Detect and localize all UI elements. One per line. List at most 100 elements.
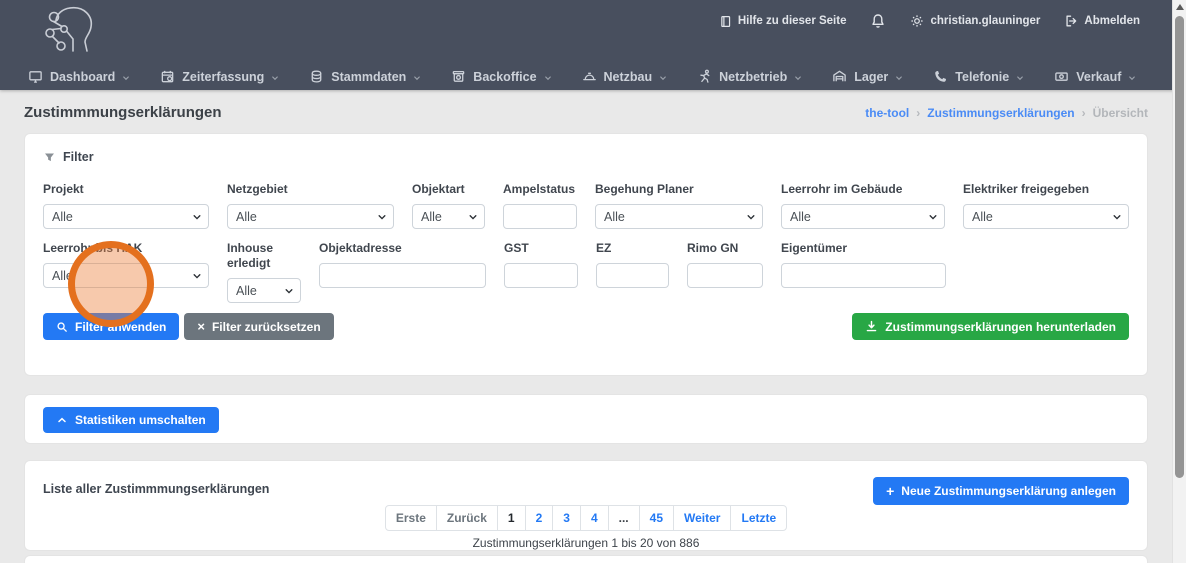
pagination-page-3[interactable]: 3 [552, 505, 581, 531]
field-elektriker-freigegeben: Elektriker freigegeben Alle [963, 182, 1129, 229]
app-logo[interactable] [40, 5, 102, 55]
filter-panel-header: Filter [43, 150, 1129, 164]
netzgebiet-select[interactable]: Alle [227, 204, 394, 229]
pagination-prev[interactable]: Zurück [436, 505, 498, 531]
chevron-down-icon [544, 72, 552, 82]
chevron-down-icon [1128, 72, 1136, 82]
breadcrumb-root-link[interactable]: the-tool [865, 106, 909, 120]
elektriker-freigegeben-select[interactable]: Alle [963, 204, 1129, 229]
stats-panel: Statistiken umschalten [24, 394, 1148, 444]
gear-icon [910, 14, 924, 28]
monitor-icon [28, 69, 43, 84]
plus-icon: + [886, 484, 894, 498]
field-begehung-planer: Begehung Planer Alle [595, 182, 763, 229]
ampelstatus-input[interactable] [503, 204, 577, 229]
ez-input[interactable] [596, 263, 669, 288]
leerrohr-im-gebaeude-select[interactable]: Alle [781, 204, 945, 229]
nav-label: Dashboard [50, 70, 115, 84]
pagination-page-4[interactable]: 4 [580, 505, 609, 531]
logout-icon [1064, 14, 1078, 28]
pagination-next[interactable]: Weiter [673, 505, 731, 531]
username-label: christian.glauninger [930, 15, 1040, 27]
filter-row-1: Projekt Alle Netzgebiet Alle Objektart [43, 182, 1129, 229]
notifications-button[interactable] [870, 13, 886, 29]
toggle-stats-label: Statistiken umschalten [75, 413, 206, 427]
list-header: Liste aller Zustimmmungserklärungen + Ne… [43, 477, 1129, 505]
field-label: Objektart [412, 182, 485, 197]
breadcrumb-section-link[interactable]: Zustimmungserklärungen [927, 106, 1074, 120]
apply-filter-button[interactable]: Filter anwenden [43, 313, 179, 340]
scrollbar-thumb[interactable] [1175, 16, 1184, 478]
breadcrumb-separator: › [1082, 106, 1086, 120]
filter-row-2: Leerrohr bis HAK Alle Inhouse erledigt A… [43, 241, 1129, 303]
objektart-select[interactable]: Alle [412, 204, 485, 229]
toggle-stats-button[interactable]: Statistiken umschalten [43, 407, 219, 433]
user-menu[interactable]: christian.glauninger [910, 14, 1040, 28]
field-leerrohr-im-gebaeude: Leerrohr im Gebäude Alle [781, 182, 945, 229]
field-ez: EZ [596, 241, 669, 288]
filter-title: Filter [63, 150, 94, 164]
help-link[interactable]: Hilfe zu dieser Seite [719, 15, 847, 28]
phone-icon [933, 69, 948, 84]
logo-head-network-icon [40, 5, 102, 55]
field-projekt: Projekt Alle [43, 182, 209, 229]
utility-bar: Hilfe zu dieser Seite christian.glauning… [719, 13, 1140, 29]
reset-filter-button[interactable]: × Filter zurücksetzen [184, 313, 333, 340]
main-nav: Dashboard Zeiterfassung Stammdaten [28, 69, 1166, 84]
chevron-down-icon [1016, 72, 1024, 82]
projekt-select[interactable]: Alle [43, 204, 209, 229]
breadcrumb-separator: › [916, 106, 920, 120]
pagination-page-1[interactable]: 1 [497, 505, 526, 531]
vertical-scrollbar [1172, 0, 1186, 563]
nav-item-netzbau[interactable]: Netzbau [582, 69, 668, 84]
download-declarations-button[interactable]: Zustimmungserklärungen herunterladen [852, 313, 1129, 340]
objektadresse-input[interactable] [319, 263, 486, 288]
pagination-page-45[interactable]: 45 [639, 505, 674, 531]
pagination-page-2[interactable]: 2 [525, 505, 554, 531]
top-header: Hilfe zu dieser Seite christian.glauning… [0, 0, 1186, 90]
nav-item-netzbetrieb[interactable]: Netzbetrieb [697, 69, 802, 84]
nav-item-lager[interactable]: Lager [832, 69, 903, 84]
nav-item-dashboard[interactable]: Dashboard [28, 69, 130, 84]
pagination-last[interactable]: Letzte [730, 505, 787, 531]
gst-input[interactable] [504, 263, 578, 288]
chevron-down-icon [659, 72, 667, 82]
table-card-top [24, 555, 1148, 563]
eigentuemer-input[interactable] [781, 263, 946, 288]
book-icon [719, 15, 732, 28]
nav-item-backoffice[interactable]: Backoffice [451, 69, 551, 84]
apply-filter-label: Filter anwenden [75, 320, 166, 334]
field-objektart: Objektart Alle [412, 182, 485, 229]
list-panel: Liste aller Zustimmmungserklärungen + Ne… [24, 460, 1148, 551]
page-title: Zustimmmungserklärungen [24, 104, 222, 121]
field-leerrohr-bis-hak: Leerrohr bis HAK Alle [43, 241, 209, 288]
leerrohr-bis-hak-select[interactable]: Alle [43, 263, 209, 288]
field-label: EZ [596, 241, 669, 256]
pagination-first[interactable]: Erste [385, 505, 437, 531]
reset-filter-label: Filter zurücksetzen [212, 320, 321, 334]
pagination-ellipsis: ... [608, 505, 640, 531]
new-declaration-label: Neue Zustimmungserklärung anlegen [901, 484, 1116, 498]
pagination: Erste Zurück 1 2 3 4 ... 45 Weiter Letzt… [43, 505, 1129, 531]
filter-panel: Filter Projekt Alle Netzgebiet Alle [24, 133, 1148, 376]
new-declaration-button[interactable]: + Neue Zustimmungserklärung anlegen [873, 477, 1129, 505]
rimo-gn-input[interactable] [687, 263, 763, 288]
scroll-up-arrow-icon[interactable] [1176, 4, 1184, 10]
helmet-icon [582, 69, 597, 84]
begehung-planer-select[interactable]: Alle [595, 204, 763, 229]
field-label: Projekt [43, 182, 209, 197]
logout-button[interactable]: Abmelden [1064, 14, 1140, 28]
chevron-down-icon [271, 72, 279, 82]
field-objektadresse: Objektadresse [319, 241, 486, 288]
nav-item-zeiterfassung[interactable]: Zeiterfassung [160, 69, 279, 84]
field-label: Inhouse erledigt [227, 241, 301, 271]
filter-actions: Filter anwenden × Filter zurücksetzen Zu… [43, 313, 1129, 340]
field-label: Netzgebiet [227, 182, 394, 197]
banknote-icon [1054, 69, 1069, 84]
nav-item-stammdaten[interactable]: Stammdaten [309, 69, 421, 84]
nav-item-telefonie[interactable]: Telefonie [933, 69, 1024, 84]
field-label: Begehung Planer [595, 182, 763, 197]
nav-item-verkauf[interactable]: Verkauf [1054, 69, 1136, 84]
inhouse-erledigt-select[interactable]: Alle [227, 278, 301, 303]
nav-label: Verkauf [1076, 70, 1121, 84]
